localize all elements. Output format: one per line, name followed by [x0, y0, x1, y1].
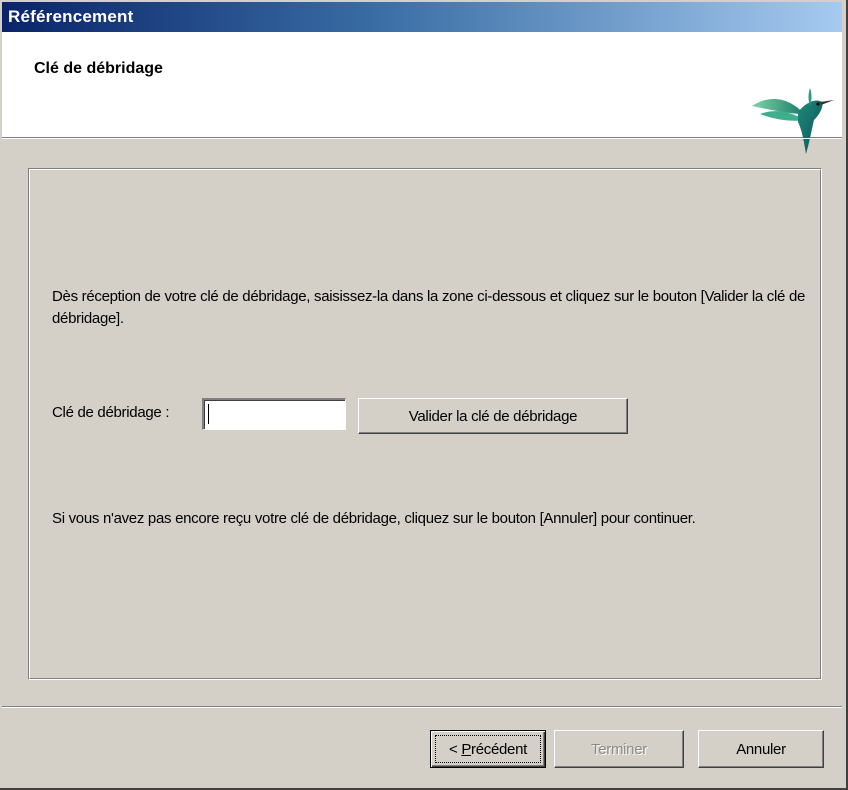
validate-key-button[interactable]: Valider la clé de débridage	[358, 398, 628, 434]
text-caret	[208, 404, 209, 424]
title-bar[interactable]: Référencement	[2, 2, 842, 32]
previous-rest: récédent	[471, 740, 528, 758]
wizard-header: Clé de débridage	[2, 32, 842, 154]
cancel-button[interactable]: Annuler	[698, 730, 824, 768]
wizard-dialog: Référencement Clé de débridage Dès récep…	[0, 0, 848, 790]
cancel-hint-text: Si vous n'avez pas encore reçu votre clé…	[52, 510, 696, 527]
footer-separator	[2, 706, 842, 708]
unlock-key-input[interactable]	[202, 398, 346, 430]
previous-prefix: <	[448, 740, 462, 758]
previous-button[interactable]: < Précédent	[430, 730, 546, 768]
window-title: Référencement	[8, 7, 134, 26]
finish-button[interactable]: Terminer	[554, 730, 684, 768]
key-field-label: Clé de débridage :	[52, 404, 170, 421]
hummingbird-icon	[752, 88, 834, 154]
instruction-text: Dès réception de votre clé de débridage,…	[52, 288, 806, 327]
previous-mnemonic: P	[461, 740, 472, 758]
page-title: Clé de débridage	[34, 60, 163, 77]
